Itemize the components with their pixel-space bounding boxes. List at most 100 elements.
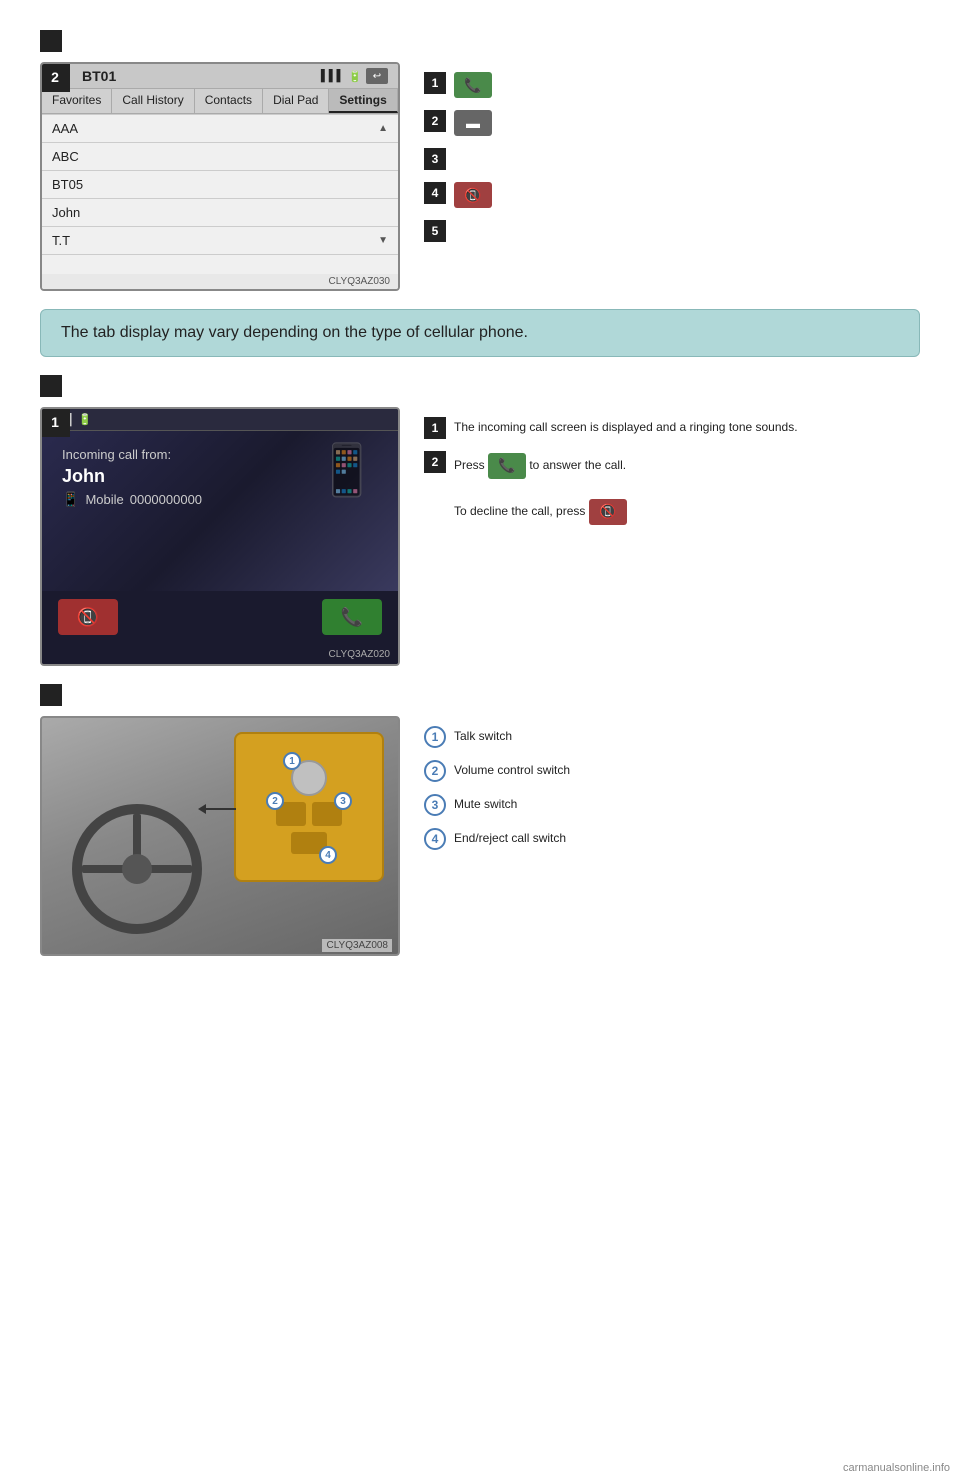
scroll-up-arrow: ▲: [378, 123, 388, 134]
section3-header: [40, 684, 920, 706]
num-badge-3: 3: [424, 148, 446, 170]
num-badge-5: 5: [424, 220, 446, 242]
s3-item-3: 3 Mute switch: [424, 794, 570, 816]
item-5: 5: [424, 220, 492, 242]
s2-item-2-text: Press 📞 to answer the call.: [454, 451, 626, 479]
mobile-device-icon: 📱: [62, 491, 79, 508]
image-code-3: CLYQ3AZ008: [322, 939, 392, 952]
connector-line: [206, 808, 236, 810]
s3-circle-badge-1: 1: [424, 726, 446, 748]
phone-number: 0000000000: [130, 492, 202, 507]
contact-row-aaa[interactable]: AAA ▲: [42, 114, 398, 143]
num-badge-2: 2: [424, 110, 446, 132]
s2-num-badge-2: 2: [424, 451, 446, 473]
section2-content: 1 ▌▌▌ 🔋 Incoming call from: John 📱 Mobil…: [40, 407, 920, 666]
s3-item-4: 4 End/reject call switch: [424, 828, 570, 850]
phone-screen-1: 2 BT01 ▌▌▌ 🔋 ↩ Favorites Call History Co…: [40, 62, 400, 291]
top-btn-container: 1: [291, 760, 327, 796]
tab-contacts[interactable]: Contacts: [195, 89, 263, 113]
website-footer: carmanualsonline.info: [843, 1462, 950, 1474]
section1-content: 2 BT01 ▌▌▌ 🔋 ↩ Favorites Call History Co…: [40, 62, 920, 291]
contact-name: John: [52, 205, 80, 220]
s3-item-4-text: End/reject call switch: [454, 828, 566, 847]
control-panel-zoom: 1 2 3: [234, 732, 384, 882]
contact-row-tt[interactable]: T.T ▼: [42, 227, 398, 255]
volume-switch-btn[interactable]: 2: [276, 802, 306, 826]
section1: 2 BT01 ▌▌▌ 🔋 ↩ Favorites Call History Co…: [40, 30, 920, 291]
call-screen-body: Incoming call from: John 📱 Mobile 000000…: [42, 431, 398, 591]
call-screen: 1 ▌▌▌ 🔋 Incoming call from: John 📱 Mobil…: [40, 407, 400, 666]
back-button[interactable]: ↩: [366, 68, 388, 84]
s2-green-phone-icon: 📞: [488, 453, 526, 479]
s3-circle-badge-4: 4: [424, 828, 446, 850]
phone-graphic: 📱: [316, 441, 378, 500]
image-code-1: CLYQ3AZ030: [42, 274, 398, 289]
num-badge-4: 4: [424, 182, 446, 204]
red-phone-icon: 📵: [454, 182, 492, 208]
s3-circle-badge-2: 2: [424, 760, 446, 782]
phone-tabs: Favorites Call History Contacts Dial Pad…: [42, 89, 398, 114]
s3-item-2: 2 Volume control switch: [424, 760, 570, 782]
badge-1: 1: [283, 752, 301, 770]
section1-black-square: [40, 30, 62, 52]
steering-wheel-image: 1 2 3: [40, 716, 400, 956]
section3: 1 2 3: [40, 684, 920, 956]
tab-settings[interactable]: Settings: [329, 89, 397, 113]
mute-btn[interactable]: 3: [312, 802, 342, 826]
s2-red-phone-icon: 📵: [589, 499, 627, 525]
s2-num-badge-1: 1: [424, 417, 446, 439]
bottom-btn-container: 4: [291, 832, 327, 854]
phone-header: BT01 ▌▌▌ 🔋 ↩: [42, 64, 398, 89]
item-2-icon: ▬: [454, 110, 492, 136]
badge-4: 4: [319, 846, 337, 864]
contact-row-abc[interactable]: ABC: [42, 143, 398, 171]
s3-item-2-text: Volume control switch: [454, 760, 570, 779]
s2-item-1: 1 The incoming call screen is displayed …: [424, 417, 798, 439]
badge-3: 3: [334, 792, 352, 810]
section3-content: 1 2 3: [40, 716, 920, 956]
battery-icon: 🔋: [348, 70, 362, 83]
scroll-down-arrow: ▼: [378, 235, 388, 246]
item-3: 3: [424, 148, 492, 170]
decline-button[interactable]: 📵: [58, 599, 118, 635]
contact-name: T.T: [52, 233, 70, 248]
section2-items: 1 The incoming call screen is displayed …: [424, 407, 798, 525]
talk-switch-btn[interactable]: 1: [291, 760, 327, 796]
call-screen-number-badge: 1: [40, 407, 70, 437]
signal-bars-icon: ▌▌▌: [321, 70, 344, 82]
tab-call-history[interactable]: Call History: [112, 89, 194, 113]
s3-item-3-text: Mute switch: [454, 794, 517, 813]
accept-button[interactable]: 📞: [322, 599, 382, 635]
s2-item-2: 2 Press 📞 to answer the call.: [424, 451, 798, 479]
section2-header: [40, 375, 920, 397]
tab-more[interactable]: ≡: [398, 89, 400, 113]
tab-favorites[interactable]: Favorites: [42, 89, 112, 113]
screen-number-badge: 2: [40, 62, 70, 92]
end-call-btn[interactable]: 4: [291, 832, 327, 854]
green-phone-icon: 📞: [454, 72, 492, 98]
decline-phone-icon: 📵: [77, 607, 99, 628]
gray-button-icon: ▬: [454, 110, 492, 136]
contact-row-bt05[interactable]: BT05: [42, 171, 398, 199]
tab-dial-pad[interactable]: Dial Pad: [263, 89, 329, 113]
steering-bg: 1 2 3: [42, 718, 398, 954]
s2-item-2b: To decline the call, press 📵: [424, 497, 798, 525]
number-type: Mobile: [85, 492, 123, 507]
section1-items: 1 📞 2 ▬ 3 4 �: [424, 62, 492, 242]
call-screen-header: ▌▌▌ 🔋: [42, 409, 398, 431]
contact-name: ABC: [52, 149, 79, 164]
s2-item-2b-text: To decline the call, press 📵: [454, 497, 627, 525]
item-4-icon: 📵: [454, 182, 492, 208]
section2-black-square: [40, 375, 62, 397]
phone-contacts-list: AAA ▲ ABC BT05 John T.T ▼: [42, 114, 398, 274]
call-buttons: 📵 📞: [42, 591, 398, 647]
s2-item-1-text: The incoming call screen is displayed an…: [454, 417, 798, 436]
phone-header-icons: ▌▌▌ 🔋 ↩: [321, 68, 388, 84]
accept-phone-icon: 📞: [341, 607, 363, 628]
contact-row-john[interactable]: John: [42, 199, 398, 227]
contact-name: AAA: [52, 121, 78, 136]
vol-btn-container: 2: [276, 802, 306, 826]
section1-header: [40, 30, 920, 52]
info-box-text: The tab display may vary depending on th…: [61, 324, 528, 341]
s3-circle-badge-3: 3: [424, 794, 446, 816]
